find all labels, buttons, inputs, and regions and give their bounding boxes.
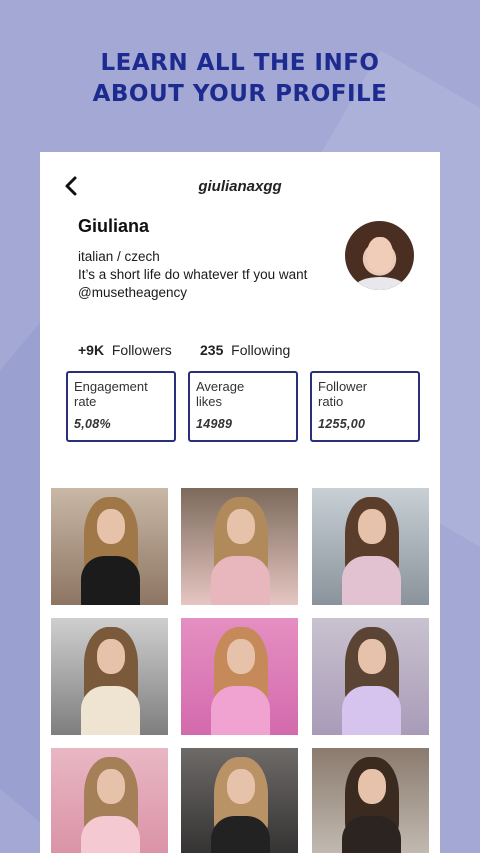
avatar[interactable] [345, 221, 414, 290]
following-count[interactable]: 235 Following [200, 342, 290, 358]
stat-label: ratio [318, 394, 344, 409]
stat-label: Average [196, 379, 245, 394]
photo-thumbnail[interactable] [312, 618, 429, 735]
followers-label: Followers [111, 342, 172, 358]
follow-counts: +9K Followers 235 Following [78, 342, 290, 358]
stat-label: rate [74, 394, 97, 409]
photo-thumbnail[interactable] [51, 488, 168, 605]
top-bar: giulianaxgg [40, 168, 440, 206]
followers-number: +9K [78, 342, 105, 358]
stat-label: Engagement [74, 379, 148, 394]
photo-thumbnail[interactable] [312, 748, 429, 853]
bio-link[interactable]: @musetheagency [78, 284, 368, 302]
stat-value: 14989 [196, 417, 233, 431]
stat-label: likes [196, 394, 223, 409]
profile-bio: italian / czech It’s a short life do wha… [78, 248, 368, 302]
bio-line: italian / czech [78, 249, 160, 264]
followers-count[interactable]: +9K Followers [78, 342, 172, 358]
photo-thumbnail[interactable] [181, 748, 298, 853]
photo-thumbnail[interactable] [51, 748, 168, 853]
profile-card: giulianaxgg Giuliana italian / czech It’… [40, 152, 440, 853]
stat-value: 5,08% [74, 417, 111, 431]
following-number: 235 [200, 342, 224, 358]
stat-engagement-rate: Engagement rate 5,08% [66, 371, 176, 442]
stat-average-likes: Average likes 14989 [188, 371, 298, 442]
stat-value: 1255,00 [318, 417, 366, 431]
stat-follower-ratio: Follower ratio 1255,00 [310, 371, 420, 442]
photo-thumbnail[interactable] [181, 618, 298, 735]
profile-name: Giuliana [78, 216, 150, 236]
promo-headline: LEARN ALL THE INFO ABOUT YOUR PROFILE [0, 48, 480, 110]
promo-line-1: LEARN ALL THE INFO [100, 50, 380, 76]
promo-line-2: ABOUT YOUR PROFILE [92, 81, 388, 107]
photo-thumbnail[interactable] [312, 488, 429, 605]
following-label: Following [231, 342, 291, 358]
profile-username: giulianaxgg [198, 178, 282, 195]
bio-line: It’s a short life do whatever tf you wan… [78, 267, 308, 282]
photo-thumbnail[interactable] [181, 488, 298, 605]
photo-thumbnail[interactable] [51, 618, 168, 735]
stat-label: Follower [318, 379, 368, 394]
